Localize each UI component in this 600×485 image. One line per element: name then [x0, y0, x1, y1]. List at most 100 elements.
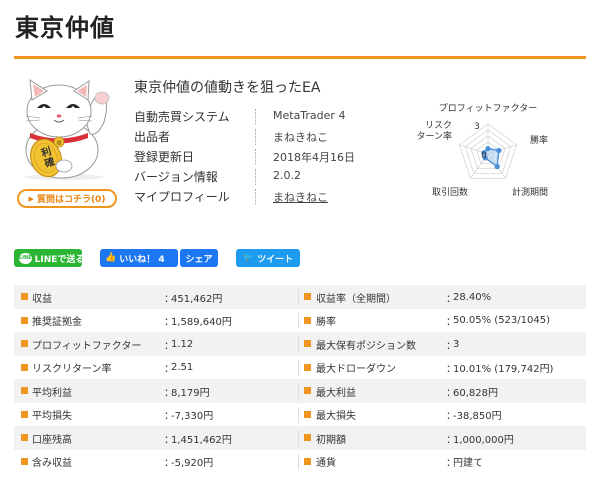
stats-value: 50.05% (523/1045) — [453, 315, 551, 326]
radar-axis-label: ターン率 — [416, 130, 452, 142]
stats-label: 平均利益 — [32, 387, 72, 399]
bullet-square-icon — [304, 293, 311, 300]
stats-label: 収益率（全期間） — [316, 293, 396, 305]
spec-row: 出品者 まねきねこ — [134, 128, 384, 148]
stats-label: 最大保有ポジション数 — [316, 340, 416, 352]
ea-headline: 東京仲値の値動きを狙ったEA — [134, 80, 321, 96]
spec-row: バージョン情報 2.0.2 — [134, 168, 384, 188]
profile-link[interactable]: まねきねこ — [273, 189, 328, 205]
spec-row: 登録更新日 2018年4月16日 — [134, 148, 384, 168]
stats-value: -7,330円 — [171, 411, 214, 422]
radar-axis-label: 計測期間 — [512, 186, 548, 198]
stats-value: 28.40% — [453, 291, 492, 303]
bullet-square-icon — [21, 316, 28, 324]
bullet-square-icon — [21, 363, 28, 371]
spec-divider — [255, 189, 256, 205]
share-label: シェア — [185, 254, 213, 265]
tweet-label: ツイート — [257, 254, 294, 265]
stats-row: 平均損失： -7,330円 最大損失： -38,850円 — [14, 403, 586, 427]
stats-row: 推奨証拠金： 1,589,640円 勝率： 50.05% (523/1045) — [14, 309, 586, 333]
line-share-label: LINEで送る — [34, 254, 85, 265]
stats-label: 推奨証拠金 — [32, 317, 82, 328]
column-divider — [298, 289, 299, 305]
stats-value: 1,451,462円 — [171, 434, 232, 446]
stats-label: 通貨 — [316, 458, 336, 469]
bullet-square-icon — [304, 387, 311, 394]
spec-divider — [255, 129, 256, 145]
spec-value: まねきねこ — [273, 131, 328, 144]
like-label: いいね！ 4 — [119, 254, 165, 265]
question-button[interactable]: ▶ 質問はコチラ(0) — [17, 189, 117, 208]
spec-value: 2.0.2 — [273, 169, 301, 182]
stats-label: 含み収益 — [32, 458, 72, 469]
stats-label: 収益 — [32, 293, 52, 305]
column-divider — [298, 453, 299, 470]
twitter-bird-icon: 🐦 — [242, 253, 255, 263]
spec-value: 2018年4月16日 — [273, 151, 355, 164]
bullet-square-icon — [304, 410, 311, 418]
tweet-button[interactable]: 🐦 ツイート — [236, 249, 300, 267]
stats-value: 1,589,640円 — [171, 317, 232, 328]
line-icon: LINE — [19, 252, 32, 264]
spec-label: マイプロフィール — [134, 190, 230, 204]
spec-label: 登録更新日 — [134, 150, 195, 164]
bullet-square-icon — [21, 293, 28, 300]
stats-label: 勝率 — [316, 317, 336, 328]
bullet-square-icon — [21, 434, 28, 441]
spec-row: マイプロフィール まねきねこ — [134, 188, 384, 208]
bullet-square-icon — [304, 363, 311, 371]
column-divider — [298, 336, 299, 352]
spec-divider — [255, 169, 256, 185]
spec-label: 自動売買システム — [134, 110, 230, 124]
column-divider — [298, 406, 299, 423]
stats-value: 451,462円 — [171, 293, 223, 305]
radar-chart: 3 0 プロフィットファクター勝率計測期間 取引回数 リスクターン率 — [416, 103, 548, 198]
radar-axis-label: 勝率 — [530, 134, 548, 146]
stats-label: プロフィットファクター — [32, 340, 142, 352]
spec-divider — [255, 109, 256, 125]
facebook-like-button[interactable]: 👍 いいね！ 4 — [100, 249, 178, 267]
line-share-button[interactable]: LINE LINEで送る — [14, 249, 85, 267]
bullet-square-icon — [21, 387, 28, 394]
stats-value: 2.51 — [171, 362, 194, 373]
spec-label: 出品者 — [134, 130, 171, 144]
column-divider — [298, 383, 299, 399]
stats-value: -38,850円 — [453, 411, 502, 422]
radar-data-point — [496, 147, 502, 154]
bullet-square-icon — [21, 410, 28, 418]
stats-value: 8,179円 — [171, 387, 210, 399]
column-divider — [298, 359, 299, 376]
arrow-right-icon: ▶ — [28, 194, 34, 203]
column-divider — [298, 430, 299, 446]
spec-value: MetaTrader 4 — [273, 109, 346, 122]
radar-axis-label: リスク — [425, 120, 452, 131]
stats-label: 口座残高 — [32, 434, 72, 446]
bullet-square-icon — [304, 340, 311, 347]
stats-value: 60,828円 — [453, 387, 498, 399]
title-divider — [14, 56, 586, 59]
facebook-share-button[interactable]: シェア — [180, 249, 218, 267]
stats-value: 1,000,000円 — [453, 434, 514, 446]
stats-value: 1.12 — [171, 338, 194, 350]
column-divider — [298, 312, 299, 329]
stats-value: 3 — [453, 338, 460, 350]
stats-label: 最大ドローダウン — [316, 364, 396, 375]
stats-row: 収益： 451,462円 収益率（全期間）： 28.40% — [14, 285, 586, 309]
spec-row: 自動売買システム MetaTrader 4 — [134, 108, 384, 128]
stats-value: -5,920円 — [171, 458, 214, 469]
maneki-neko-image: 福 利確 — [24, 79, 110, 180]
spec-label: バージョン情報 — [134, 170, 218, 184]
radar-scale-label: 3 — [474, 122, 480, 132]
thumbs-up-icon: 👍 — [105, 253, 117, 263]
bullet-square-icon — [304, 434, 311, 441]
stats-label: 平均損失 — [32, 411, 72, 422]
page-title: 東京仲値 — [15, 14, 115, 42]
spec-divider — [255, 149, 256, 165]
bullet-square-icon — [21, 340, 28, 347]
radar-data-point — [494, 164, 500, 170]
stats-row: リスクリターン率： 2.51 最大ドローダウン： 10.01% (179,742円) — [14, 356, 586, 380]
stats-row: 平均利益： 8,179円 最大利益： 60,828円 — [14, 379, 586, 403]
stats-label: 最大損失 — [316, 411, 356, 422]
radar-axis-label: 取引回数 — [432, 186, 468, 198]
bullet-square-icon — [304, 316, 311, 324]
